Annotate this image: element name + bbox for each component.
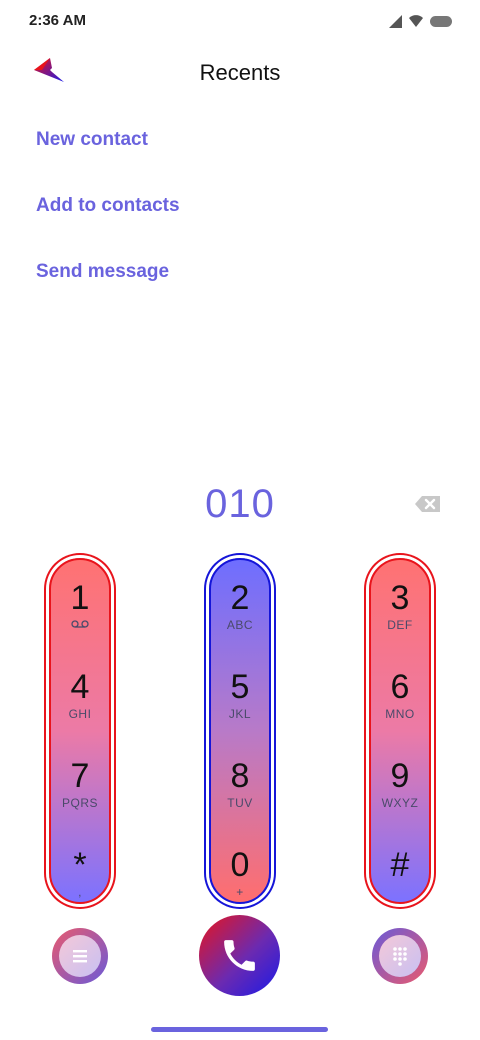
key-0[interactable]: 0 + (211, 827, 269, 907)
menu-icon (59, 935, 101, 977)
key-digit: 1 (70, 579, 90, 617)
key-letters: DEF (387, 618, 413, 632)
add-to-contacts-option[interactable]: Add to contacts (36, 188, 180, 254)
key-letters: GHI (68, 707, 92, 721)
key-7[interactable]: 7 PQRS (51, 738, 109, 818)
header: Recents (0, 52, 480, 96)
dialpad-icon (379, 935, 421, 977)
key-digit: 8 (230, 757, 250, 795)
key-digit: 5 (230, 668, 250, 706)
dialed-number: 010 (205, 482, 275, 526)
key-8[interactable]: 8 TUV (211, 738, 269, 818)
key-9[interactable]: 9 WXYZ (371, 738, 429, 818)
status-time: 2:36 AM (29, 12, 86, 29)
key-3[interactable]: 3 DEF (371, 560, 429, 640)
keypad-column-middle: 2 ABC 5 JKL 8 TUV 0 + (209, 558, 271, 904)
key-digit: 7 (70, 757, 90, 795)
key-digit: 0 (230, 846, 250, 884)
key-digit: * (73, 846, 87, 884)
voicemail-icon (71, 620, 89, 628)
key-digit: 4 (70, 668, 90, 706)
send-message-option[interactable]: Send message (36, 254, 180, 320)
phone-icon (224, 940, 255, 971)
key-letters: MNO (385, 707, 415, 721)
key-digit: 3 (390, 579, 410, 617)
keypad-column-right: 3 DEF 6 MNO 9 WXYZ # (369, 558, 431, 904)
battery-icon (430, 15, 452, 27)
page-title: Recents (199, 60, 281, 85)
signal-icon (389, 14, 402, 28)
backspace-icon[interactable] (414, 494, 442, 514)
status-bar: 2:36 AM (0, 0, 480, 44)
key-2[interactable]: 2 ABC (211, 560, 269, 640)
menu-button[interactable] (52, 928, 108, 984)
key-5[interactable]: 5 JKL (211, 649, 269, 729)
key-letters: , (78, 885, 82, 899)
key-letters: + (236, 885, 244, 899)
key-digit: 2 (230, 579, 250, 617)
new-contact-option[interactable]: New contact (36, 122, 180, 188)
key-digit: # (390, 846, 410, 884)
wifi-icon (409, 15, 423, 27)
key-letters: ABC (226, 618, 254, 632)
home-indicator[interactable] (151, 1027, 328, 1032)
status-icons (389, 13, 452, 29)
key-digit: 9 (390, 757, 410, 795)
key-hash[interactable]: # (371, 827, 429, 907)
key-6[interactable]: 6 MNO (371, 649, 429, 729)
key-digit: 6 (390, 668, 410, 706)
key-letters: WXYZ (381, 796, 419, 810)
key-letters: JKL (228, 707, 252, 721)
key-letters: TUV (227, 796, 253, 810)
key-letters: PQRS (61, 796, 98, 810)
key-1[interactable]: 1 (51, 560, 109, 640)
key-star[interactable]: * , (51, 827, 109, 907)
options-menu: New contact Add to contacts Send message (36, 122, 180, 320)
keypad-column-left: 1 4 GHI 7 PQRS * , (49, 558, 111, 904)
dialpad-button[interactable] (372, 928, 428, 984)
call-button[interactable] (199, 915, 280, 996)
key-4[interactable]: 4 GHI (51, 649, 109, 729)
